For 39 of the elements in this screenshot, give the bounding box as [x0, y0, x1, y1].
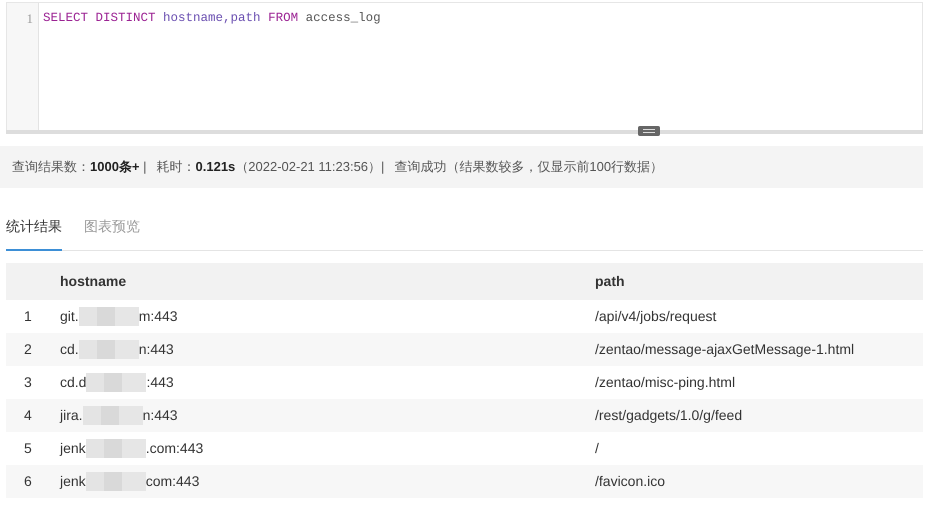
column-header: hostname [60, 273, 126, 289]
redaction-blur [78, 340, 139, 359]
row-number: 5 [24, 440, 32, 456]
sql-code[interactable]: SELECT DISTINCT hostname,path FROM access_log [39, 3, 385, 130]
status-text: 耗时：0.121s（2022-02-21 11:23:56）| [156, 158, 384, 176]
path-text: /rest/gadgets/1.0/g/feed [595, 407, 742, 423]
column-header: path [595, 273, 625, 289]
redaction-blur [86, 373, 146, 392]
status-text: 查询成功（结果数较多，仅显示前100行数据） [394, 158, 664, 176]
redaction-blur [82, 406, 143, 425]
hostname-text: jira. [60, 406, 83, 425]
hostname-text: cd.d [60, 373, 86, 392]
tab[interactable]: 统计结果 [6, 212, 62, 251]
hostname-text: jenk [60, 472, 86, 491]
row-number: 3 [24, 374, 32, 390]
row-number: 6 [24, 473, 32, 489]
resize-handle[interactable] [638, 126, 660, 136]
hostname-text: n:443 [142, 406, 178, 425]
hostname-text: n:443 [138, 340, 174, 359]
hostname-text: cd. [60, 340, 79, 359]
path-text: /api/v4/jobs/request [595, 308, 716, 324]
hostname-text: .com:443 [146, 439, 204, 458]
redaction-blur [86, 439, 146, 458]
hostname-text: com:443 [146, 472, 200, 491]
redaction-blur [78, 307, 139, 326]
row-number: 1 [24, 308, 32, 324]
row-number: 4 [24, 407, 32, 423]
hostname-text: m:443 [138, 307, 178, 326]
hostname-text: :443 [146, 373, 174, 392]
redaction-blur [86, 472, 146, 491]
path-text: /zentao/misc-ping.html [595, 374, 736, 390]
line-number: 1 [7, 3, 39, 130]
path-text: / [595, 440, 599, 456]
path-text: /zentao/message-ajaxGetMessage-1.html [595, 341, 854, 357]
status-text: 查询结果数：1000条+ | [12, 158, 147, 176]
hostname-text: jenk [60, 439, 86, 458]
hostname-text: git. [60, 307, 79, 326]
path-text: /favicon.ico [595, 473, 666, 489]
row-number: 2 [24, 341, 32, 357]
